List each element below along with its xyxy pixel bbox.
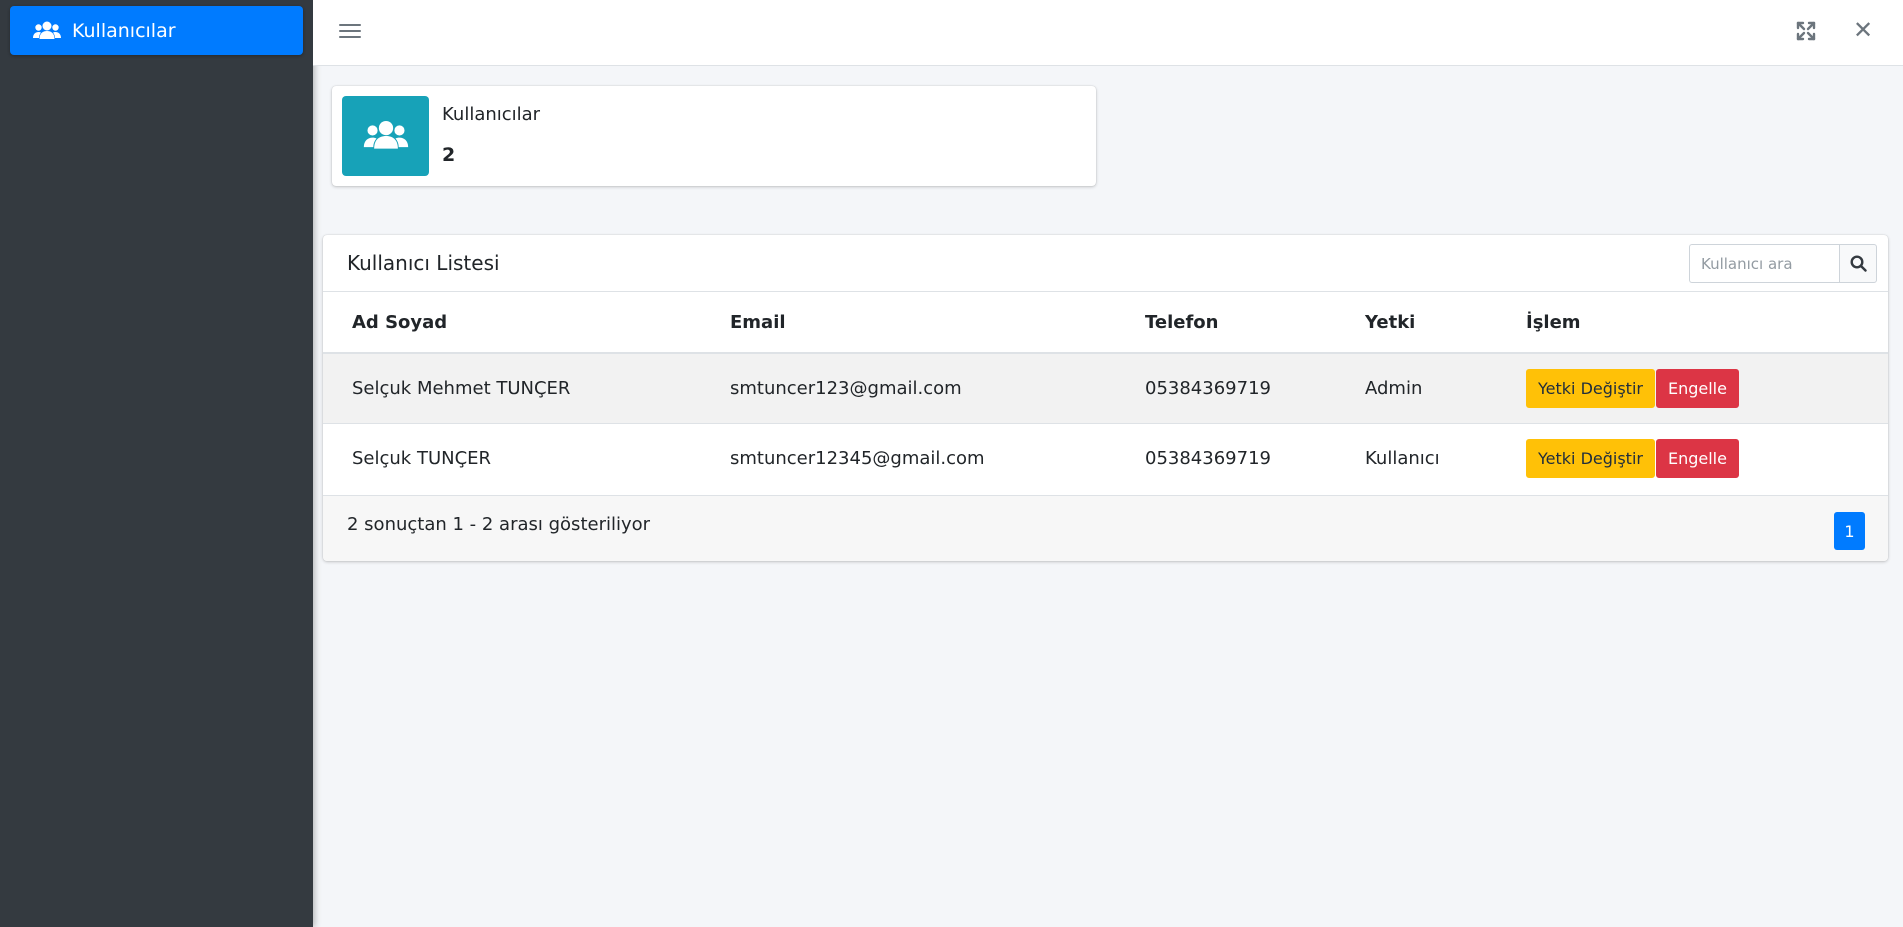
users-icon [342, 96, 429, 176]
search-group [1689, 244, 1877, 283]
column-header-email: Email [701, 292, 1116, 354]
search-icon [1849, 255, 1867, 272]
table-header-row: Ad Soyad Email Telefon Yetki İşlem [323, 292, 1888, 354]
column-header-actions: İşlem [1497, 292, 1888, 354]
sidebar: Kullanıcılar [0, 0, 313, 927]
users-icon [32, 19, 62, 43]
users-stat-box: Kullanıcılar 2 [332, 86, 1096, 186]
search-input[interactable] [1689, 244, 1839, 283]
cell-email: smtuncer123@gmail.com [701, 352, 1116, 423]
column-header-phone: Telefon [1116, 292, 1336, 354]
column-header-role: Yetki [1336, 292, 1497, 354]
cell-email: smtuncer12345@gmail.com [701, 422, 1116, 493]
page-link-1[interactable]: 1 [1834, 512, 1865, 550]
cell-role: Kullanıcı [1336, 422, 1497, 493]
cell-role: Admin [1336, 352, 1497, 423]
pagination-info: 2 sonuçtan 1 - 2 arası gösteriliyor [347, 514, 651, 535]
cell-name: Selçuk Mehmet TUNÇER [323, 352, 701, 423]
cell-name: Selçuk TUNÇER [323, 422, 701, 493]
card-footer: 2 sonuçtan 1 - 2 arası gösteriliyor 1 [323, 495, 1888, 561]
user-list-card: Kullanıcı Listesi Ad Soyad Email Telefon… [323, 235, 1888, 561]
card-header: Kullanıcı Listesi [323, 235, 1888, 292]
block-button[interactable]: Engelle [1655, 368, 1739, 408]
search-button[interactable] [1839, 244, 1877, 283]
column-header-name: Ad Soyad [323, 292, 701, 354]
block-button[interactable]: Engelle [1655, 438, 1739, 478]
cell-actions: Yetki Değiştir Engelle [1497, 422, 1888, 493]
change-role-button[interactable]: Yetki Değiştir [1526, 438, 1655, 478]
stat-label: Kullanıcılar [442, 104, 541, 125]
sidebar-item-users[interactable]: Kullanıcılar [10, 6, 303, 55]
cell-actions: Yetki Değiştir Engelle [1497, 352, 1888, 423]
stat-count: 2 [442, 144, 456, 166]
cell-phone: 05384369719 [1116, 422, 1336, 493]
users-table: Ad Soyad Email Telefon Yetki İşlem Selçu… [323, 292, 1888, 493]
close-icon[interactable]: ✕ [1851, 18, 1875, 42]
card-title: Kullanıcı Listesi [347, 251, 500, 275]
change-role-button[interactable]: Yetki Değiştir [1526, 368, 1655, 408]
cell-phone: 05384369719 [1116, 352, 1336, 423]
table-row: Selçuk Mehmet TUNÇER smtuncer123@gmail.c… [323, 352, 1888, 423]
table-row: Selçuk TUNÇER smtuncer12345@gmail.com 05… [323, 422, 1888, 493]
bars-icon[interactable] [339, 20, 361, 42]
top-navbar: ✕ [313, 0, 1903, 66]
sidebar-item-label: Kullanıcılar [72, 19, 176, 42]
expand-icon[interactable] [1794, 19, 1818, 43]
